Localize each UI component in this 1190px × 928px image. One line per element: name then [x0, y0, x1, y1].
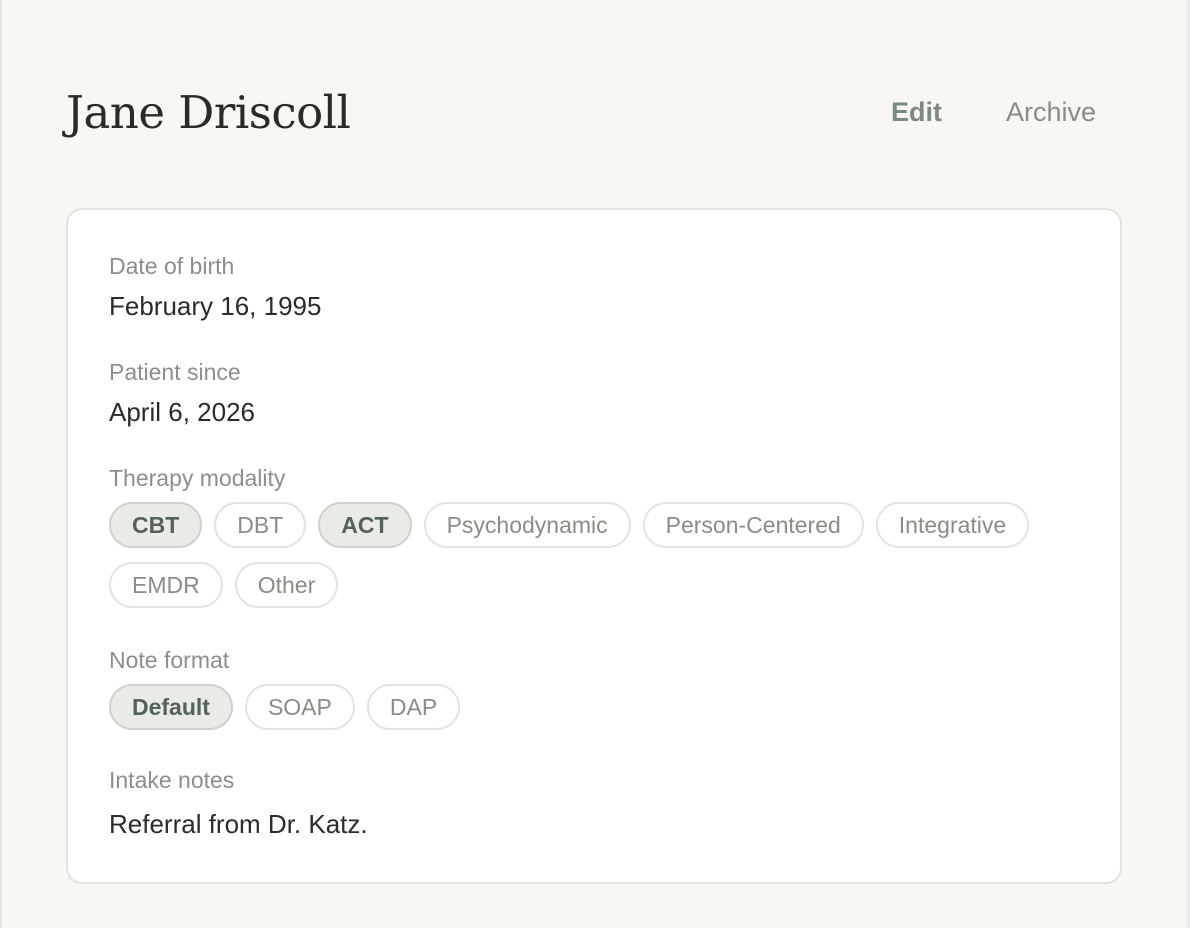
therapy-modality-field: Therapy modality CBT DBT ACT Psychodynam…: [109, 464, 1089, 608]
modality-pill-emdr[interactable]: EMDR: [109, 562, 223, 608]
page-header: Jane Driscoll Edit Archive: [66, 80, 1096, 144]
modality-pill-psychodynamic[interactable]: Psychodynamic: [423, 502, 631, 548]
dob-label: Date of birth: [109, 253, 235, 279]
patient-since-field: Patient since April 6, 2026: [109, 358, 255, 428]
modality-pill-cbt[interactable]: CBT: [109, 502, 203, 548]
edit-button[interactable]: Edit: [891, 97, 942, 128]
note-format-options: Default SOAP DAP: [109, 684, 1089, 730]
patient-since-label: Patient since: [109, 359, 241, 385]
left-divider: [0, 0, 2, 928]
dob-field: Date of birth February 16, 1995: [109, 252, 321, 322]
note-format-pill-default[interactable]: Default: [109, 684, 233, 730]
modality-pill-dbt[interactable]: DBT: [214, 502, 307, 548]
therapy-modality-label: Therapy modality: [109, 465, 286, 491]
patient-details-card: Date of birth February 16, 1995 Patient …: [66, 208, 1122, 884]
therapy-modality-options: CBT DBT ACT Psychodynamic Person-Centere…: [109, 502, 1089, 608]
dob-value: February 16, 1995: [109, 291, 322, 321]
modality-pill-other[interactable]: Other: [234, 562, 339, 608]
modality-pill-person-centered[interactable]: Person-Centered: [642, 502, 864, 548]
modality-pill-act[interactable]: ACT: [318, 502, 412, 548]
intake-notes-field: Intake notes Referral from Dr. Katz.: [109, 766, 368, 840]
note-format-field: Note format Default SOAP DAP: [109, 646, 1089, 730]
header-actions: Edit Archive: [891, 97, 1096, 128]
archive-button[interactable]: Archive: [1006, 97, 1096, 128]
note-format-label: Note format: [109, 647, 230, 673]
note-format-pill-dap[interactable]: DAP: [366, 684, 461, 730]
patient-name: Jane Driscoll: [66, 85, 351, 139]
note-format-pill-soap[interactable]: SOAP: [244, 684, 355, 730]
intake-notes-value: Referral from Dr. Katz.: [109, 809, 368, 839]
intake-notes-label: Intake notes: [109, 767, 235, 793]
patient-since-value: April 6, 2026: [109, 397, 255, 427]
modality-pill-integrative[interactable]: Integrative: [875, 502, 1030, 548]
